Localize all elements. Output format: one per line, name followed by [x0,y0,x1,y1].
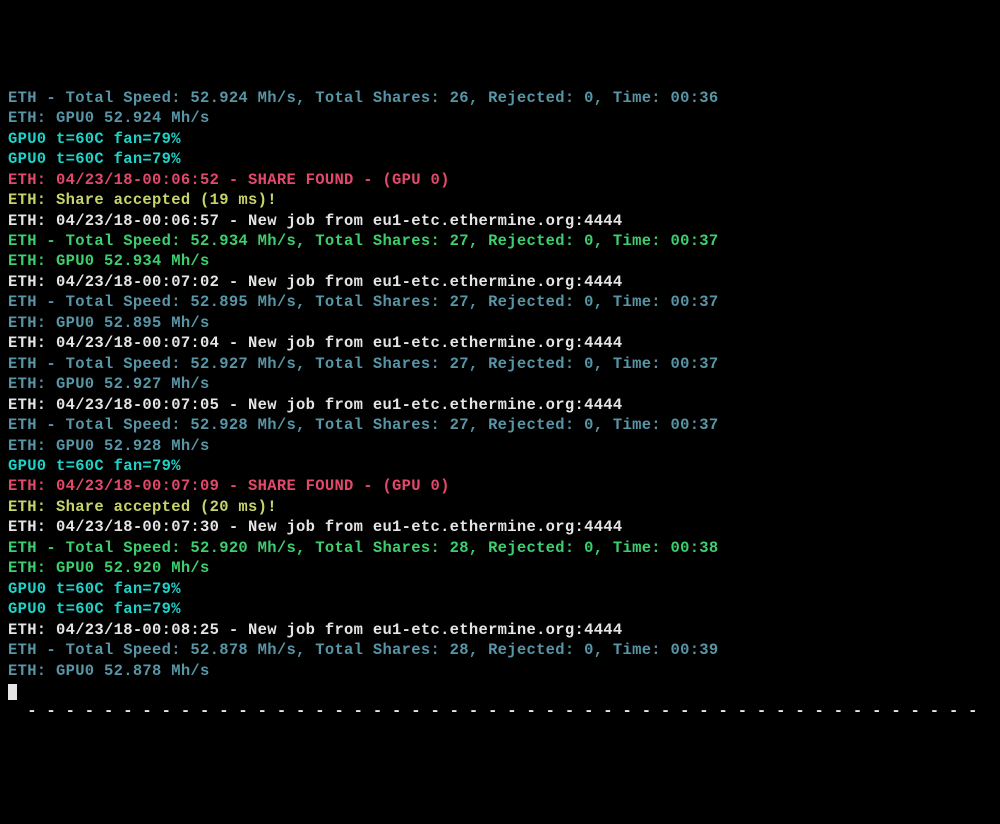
separator-line: - - - - - - - - - - - - - - - - - - - - … [8,701,992,721]
log-line: GPU0 t=60C fan=79% [8,579,992,599]
log-line: ETH: Share accepted (19 ms)! [8,190,992,210]
log-line: ETH: 04/23/18-00:07:02 - New job from eu… [8,272,992,292]
log-line: ETH: 04/23/18-00:08:25 - New job from eu… [8,620,992,640]
prompt-line[interactable] [8,681,992,701]
cursor-icon [8,684,17,700]
log-line: GPU0 t=60C fan=79% [8,456,992,476]
log-line: GPU0 t=60C fan=79% [8,129,992,149]
log-line: ETH: GPU0 52.924 Mh/s [8,108,992,128]
log-line: ETH: 04/23/18-00:07:05 - New job from eu… [8,395,992,415]
log-line: ETH: GPU0 52.895 Mh/s [8,313,992,333]
log-line: ETH - Total Speed: 52.928 Mh/s, Total Sh… [8,415,992,435]
log-line: ETH - Total Speed: 52.920 Mh/s, Total Sh… [8,538,992,558]
log-line: ETH: GPU0 52.878 Mh/s [8,661,992,681]
log-line: ETH: GPU0 52.928 Mh/s [8,436,992,456]
log-line: ETH - Total Speed: 52.924 Mh/s, Total Sh… [8,88,992,108]
log-line: ETH - Total Speed: 52.878 Mh/s, Total Sh… [8,640,992,660]
log-line: ETH - Total Speed: 52.895 Mh/s, Total Sh… [8,292,992,312]
log-line: ETH - Total Speed: 52.934 Mh/s, Total Sh… [8,231,992,251]
log-line: GPU0 t=60C fan=79% [8,149,992,169]
log-line: ETH: GPU0 52.934 Mh/s [8,251,992,271]
log-line: ETH: Share accepted (20 ms)! [8,497,992,517]
log-line: ETH: 04/23/18-00:06:57 - New job from eu… [8,211,992,231]
log-line: ETH: 04/23/18-00:07:30 - New job from eu… [8,517,992,537]
log-line: ETH: 04/23/18-00:07:04 - New job from eu… [8,333,992,353]
log-line: ETH: 04/23/18-00:06:52 - SHARE FOUND - (… [8,170,992,190]
log-line: ETH: GPU0 52.927 Mh/s [8,374,992,394]
log-line: ETH: 04/23/18-00:07:09 - SHARE FOUND - (… [8,476,992,496]
log-line: ETH - Total Speed: 52.927 Mh/s, Total Sh… [8,354,992,374]
terminal-output: ETH - Total Speed: 52.924 Mh/s, Total Sh… [8,88,992,722]
log-line: GPU0 t=60C fan=79% [8,599,992,619]
